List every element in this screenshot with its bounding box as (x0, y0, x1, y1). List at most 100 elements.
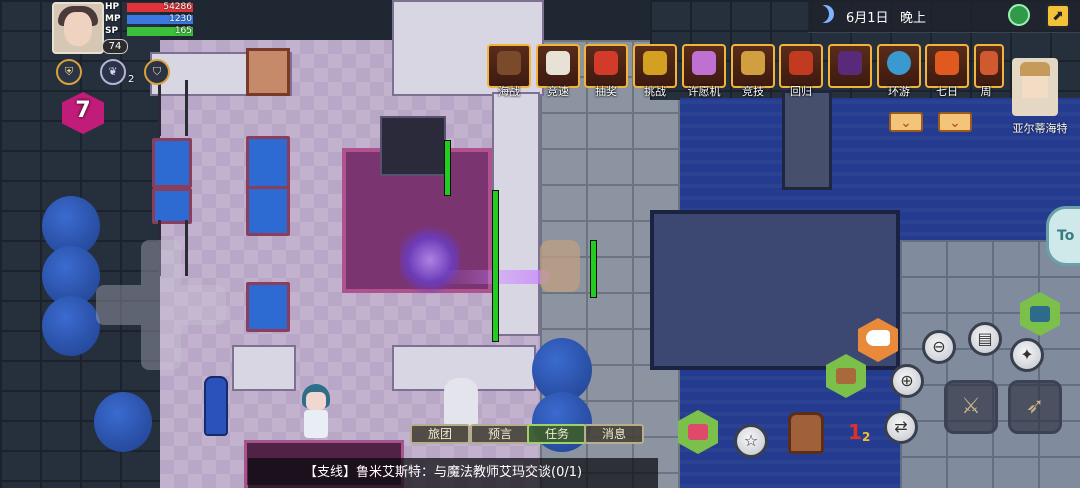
trophy-icon (643, 51, 667, 75)
helmet-emblem-icon[interactable]: ⛉ (144, 59, 170, 85)
menu-jingsu-label: 竞速 (547, 85, 569, 98)
moon-icon (816, 5, 834, 23)
collapse-arrow-icon[interactable]: ⬈ (1046, 4, 1070, 28)
notification-sub: 2 (862, 430, 871, 444)
menu-tiaozhan-button[interactable] (633, 44, 677, 88)
blue-plant (94, 392, 152, 452)
hp-value: 54286 (163, 2, 192, 12)
chat-tab-messages[interactable]: 消息 (584, 424, 644, 444)
time-of-day-text: 晚上 (900, 11, 927, 26)
enemy-hp-bar (590, 240, 597, 298)
expand-menu-button-2[interactable]: ⌄ (938, 112, 972, 132)
chat-tab-prophecy[interactable]: 预言 (470, 424, 530, 444)
blue-plant (42, 296, 100, 356)
npc-emma[interactable] (298, 384, 334, 440)
notification-count: 1 (848, 420, 862, 444)
chat-tab-quest[interactable]: 任务 (527, 424, 587, 444)
swap-button[interactable]: ⇄ (884, 410, 918, 444)
menu-haizhan-label: 海战 (498, 85, 520, 98)
weekly-icon (980, 51, 998, 75)
notification-badge[interactable]: 1 2 (846, 420, 876, 450)
avatar-face (64, 12, 92, 46)
status-bar: 6月1日 晚上 ⬈ (808, 0, 1080, 33)
menu-xuyuanji-button[interactable] (682, 44, 726, 88)
chair (152, 188, 192, 224)
picture-frame (246, 48, 290, 96)
side-tab[interactable]: To (1046, 206, 1080, 266)
sp-label: SP (105, 26, 119, 36)
enemy-character (540, 240, 580, 292)
arena-icon (741, 51, 765, 75)
npc-portrait[interactable] (1012, 58, 1058, 116)
movement-joystick[interactable] (96, 240, 226, 370)
mp-label: MP (105, 14, 121, 24)
chest-icon (836, 368, 856, 384)
buff-count: 2 (128, 74, 135, 85)
player-character (400, 220, 460, 300)
date-text: 6月1日 (846, 11, 889, 26)
menu-huanyou-button[interactable] (877, 44, 921, 88)
hp-label: HP (105, 2, 120, 12)
menu-jingji-label: 竞技 (742, 85, 764, 98)
ship-icon (497, 51, 521, 75)
menu-choujiang-label: 抽奖 (595, 85, 617, 98)
menu-choujiang-button[interactable] (584, 44, 628, 88)
bow-skill-button[interactable]: ➶ (1008, 380, 1062, 434)
piano (380, 116, 446, 176)
menu-jingji-button[interactable] (731, 44, 775, 88)
menu-jingsu-button[interactable] (536, 44, 580, 88)
shield-emblem-icon[interactable]: ⛨ (56, 59, 82, 85)
npc-name: 亚尔蒂海特 (1012, 122, 1068, 135)
dark-crest-icon (838, 51, 862, 75)
seven-day-icon (935, 51, 959, 75)
menu-haizhan-button[interactable] (487, 44, 531, 88)
sp-value: 165 (174, 26, 192, 36)
hp-row: HP 54286 (103, 2, 195, 13)
statue (444, 378, 478, 426)
zoom-in-button[interactable]: ⊕ (890, 364, 924, 398)
lower-wall-left (232, 345, 296, 391)
menu-qiri-button[interactable] (925, 44, 969, 88)
compass-button[interactable]: ✦ (1010, 338, 1044, 372)
menu-huigui-label: 回归 (790, 85, 812, 98)
menu-zhou-button[interactable] (974, 44, 1004, 88)
pillar (782, 90, 832, 190)
player-level: 74 (102, 39, 128, 54)
wing-emblem-icon[interactable]: ❦ (100, 59, 126, 85)
menu-huigui-button[interactable] (779, 44, 823, 88)
chair (246, 282, 290, 332)
lion-crest-icon (789, 51, 813, 75)
player-avatar[interactable] (52, 2, 104, 54)
expand-menu-button[interactable]: ⌄ (889, 112, 923, 132)
race-icon (546, 51, 570, 75)
favorite-button[interactable]: ☆ (734, 424, 768, 458)
ally-hp-bar (444, 140, 451, 196)
menu-tiaozhan-label: 挑战 (644, 85, 666, 98)
globe-icon (887, 51, 911, 75)
candelabra (158, 80, 188, 136)
menu-qiri-label: 七日 (936, 85, 958, 98)
dungeon-floor-badge[interactable]: 7 (62, 92, 104, 134)
quest-tracker[interactable]: 【支线】鲁米艾斯特：与魔法教师艾玛交谈(0/1) (248, 458, 658, 488)
menu-xuyuanji-label: 许愿机 (687, 85, 721, 98)
sp-row: SP 165 (103, 26, 195, 37)
hand-icon (866, 330, 890, 346)
gift-icon (594, 51, 618, 75)
menu-huanyou-label: 环游 (888, 85, 910, 98)
sword-skill-button[interactable]: ⚔ (944, 380, 998, 434)
chat-tab-guild[interactable]: 旅团 (410, 424, 470, 444)
map-icon (1030, 306, 1050, 322)
book-button[interactable]: ▤ (968, 322, 1002, 356)
mp-row: MP 1230 (103, 14, 195, 25)
menu-zhou-label: 周 (980, 85, 992, 98)
chair (246, 136, 290, 190)
zoom-out-button[interactable]: ⊖ (922, 330, 956, 364)
floor-number: 7 (75, 98, 91, 123)
network-icon (1008, 4, 1030, 26)
shelf-column (492, 92, 540, 336)
backpack-button[interactable] (788, 412, 824, 454)
blue-vase (204, 376, 228, 436)
chair (152, 138, 192, 188)
menu-dark-event-button[interactable] (828, 44, 872, 88)
shop-icon (688, 424, 708, 440)
